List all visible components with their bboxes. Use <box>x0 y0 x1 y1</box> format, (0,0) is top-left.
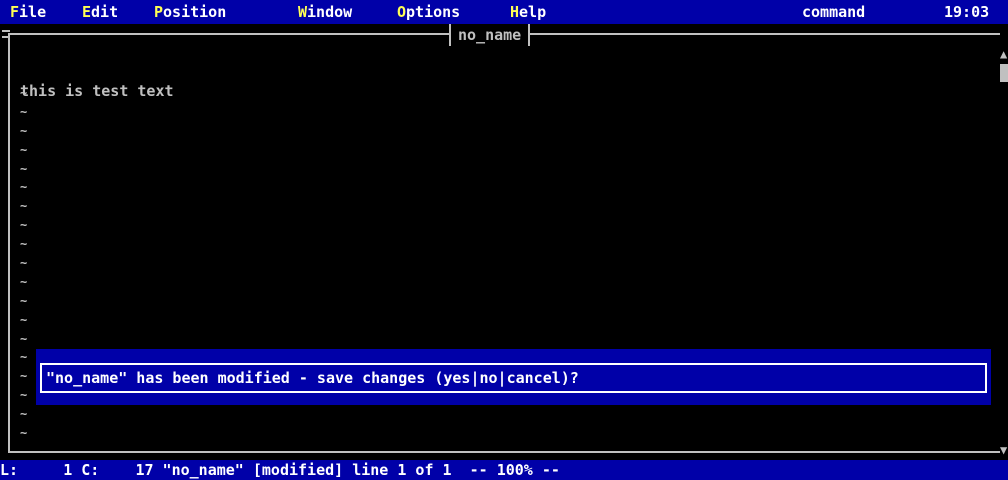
scroll-up-arrow-icon[interactable]: ▲ <box>1000 48 1007 60</box>
menu-file[interactable]: File <box>10 0 46 24</box>
menu-window-label: indow <box>307 3 353 21</box>
empty-line-tilde: ~ <box>20 331 28 346</box>
menu-options-hotkey: O <box>397 3 407 21</box>
text-line-1[interactable]: this is test text <box>20 82 990 100</box>
empty-line-tilde: ~ <box>20 199 28 214</box>
status-bar: L: 1 C: 17 "no_name" [modified] line 1 o… <box>0 460 1008 480</box>
empty-line-tilde: ~ <box>20 161 28 176</box>
vertical-scrollbar[interactable] <box>1000 46 1008 446</box>
scrollbar-thumb[interactable] <box>1000 64 1008 82</box>
menu-window[interactable]: Window <box>298 0 352 24</box>
scroll-down-arrow-icon[interactable]: ▼ <box>1000 444 1007 456</box>
empty-line-tilde: ~ <box>20 256 28 271</box>
save-prompt-message[interactable]: "no_name" has been modified - save chang… <box>40 363 987 393</box>
empty-line-markers: ~ ~ ~ ~ ~ ~ ~ ~ ~ ~ ~ ~ ~ ~ ~ ~ ~ ~ ~ <box>20 84 27 443</box>
empty-line-tilde: ~ <box>20 312 28 327</box>
empty-line-tilde: ~ <box>20 180 28 195</box>
menu-bar: File Edit Position Window Options Help c… <box>0 0 1008 24</box>
empty-line-tilde: ~ <box>20 218 28 233</box>
editor-text-area[interactable]: this is test text <box>20 46 990 136</box>
empty-line-tilde: ~ <box>20 237 28 252</box>
menu-edit-hotkey: E <box>82 3 92 21</box>
empty-line-tilde: ~ <box>20 123 28 138</box>
menu-help-label: elp <box>519 3 547 21</box>
empty-line-tilde: ~ <box>20 274 28 289</box>
empty-line-tilde: ~ <box>20 142 28 157</box>
empty-line-tilde: ~ <box>20 407 28 422</box>
empty-line-tilde: ~ <box>20 293 28 308</box>
menu-edit[interactable]: Edit <box>82 0 118 24</box>
menu-help[interactable]: Help <box>510 0 546 24</box>
menu-position-label: osition <box>163 3 227 21</box>
menu-window-hotkey: W <box>298 3 308 21</box>
empty-line-tilde: ~ <box>20 426 28 441</box>
menu-options[interactable]: Options <box>397 0 460 24</box>
menu-position-hotkey: P <box>154 3 164 21</box>
menu-edit-label: dit <box>91 3 119 21</box>
menu-position[interactable]: Position <box>154 0 226 24</box>
clock: 19:03 <box>944 3 990 21</box>
empty-line-tilde: ~ <box>20 86 28 100</box>
empty-line-tilde: ~ <box>20 388 28 403</box>
empty-line-tilde: ~ <box>20 369 28 384</box>
empty-line-tilde: ~ <box>20 350 28 365</box>
mode-indicator: command <box>802 3 866 21</box>
empty-line-tilde: ~ <box>20 104 28 119</box>
menu-file-label: ile <box>19 3 47 21</box>
frame-corner-mark <box>2 30 10 38</box>
editor-screen: File Edit Position Window Options Help c… <box>0 0 1008 480</box>
window-title-tab[interactable]: no_name <box>449 24 531 46</box>
menu-help-hotkey: H <box>510 3 520 21</box>
save-prompt-dialog: "no_name" has been modified - save chang… <box>36 349 991 405</box>
menu-options-label: ptions <box>406 3 461 21</box>
menu-file-hotkey: F <box>10 3 20 21</box>
